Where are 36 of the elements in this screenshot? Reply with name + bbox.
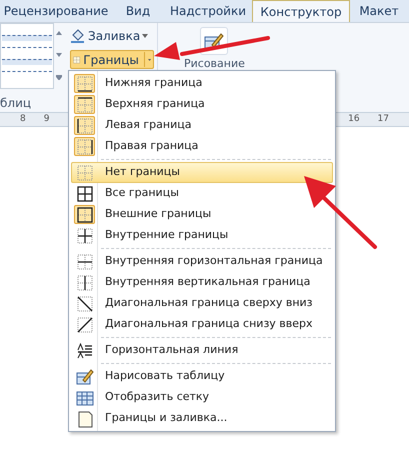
scroll-down-icon[interactable] <box>56 53 62 57</box>
menu-item[interactable]: Внутренняя горизонтальная граница <box>71 251 333 272</box>
menu-item[interactable]: Верхняя граница <box>71 94 333 115</box>
ruler-number: 16 <box>348 112 360 126</box>
more-icon[interactable] <box>56 75 62 80</box>
paint-bucket-icon <box>70 29 86 43</box>
ribbon-tab[interactable]: Вид <box>112 0 164 22</box>
borders-button[interactable]: Границы <box>70 50 154 69</box>
caret-icon <box>142 34 148 38</box>
draw-label: Рисование <box>184 57 245 70</box>
table-style-gallery[interactable] <box>0 23 54 89</box>
menu-item[interactable]: Левая граница <box>71 115 333 136</box>
menu-item[interactable]: Горизонтальная линия <box>71 340 333 361</box>
group-label: блиц <box>0 95 32 112</box>
menu-item[interactable]: Нижняя граница <box>71 73 333 94</box>
scroll-up-icon[interactable] <box>56 31 62 35</box>
ribbon-tab[interactable]: Надстройки <box>164 0 252 22</box>
ruler-number: 8 <box>20 112 26 126</box>
ribbon-tab[interactable]: Конструктор <box>252 0 350 22</box>
menu-item[interactable]: Внешние границы <box>71 204 333 225</box>
menu-item[interactable]: Внутренняя вертикальная граница <box>71 272 333 293</box>
menu-item[interactable]: Внутренние границы <box>71 225 333 246</box>
ribbon-tab[interactable]: Рецензирование <box>0 0 112 22</box>
menu-item[interactable]: Отобразить сетку <box>71 387 333 408</box>
menu-item[interactable]: Границы и заливка... <box>71 408 333 429</box>
ruler-number: 9 <box>44 112 50 126</box>
ribbon-tab[interactable]: Макет <box>350 0 408 22</box>
fill-button[interactable]: Заливка <box>70 27 157 45</box>
menu-item[interactable]: Все границы <box>71 183 333 204</box>
ruler-number: 17 <box>378 112 389 126</box>
menu-item[interactable]: Правая граница <box>71 136 333 157</box>
menu-item[interactable]: Нет границы <box>71 162 333 183</box>
menu-item[interactable]: Нарисовать таблицу <box>71 366 333 387</box>
caret-icon <box>148 58 151 62</box>
menu-item[interactable]: Диагональная граница снизу вверх <box>71 314 333 335</box>
menu-item[interactable]: Диагональная граница сверху вниз <box>71 293 333 314</box>
